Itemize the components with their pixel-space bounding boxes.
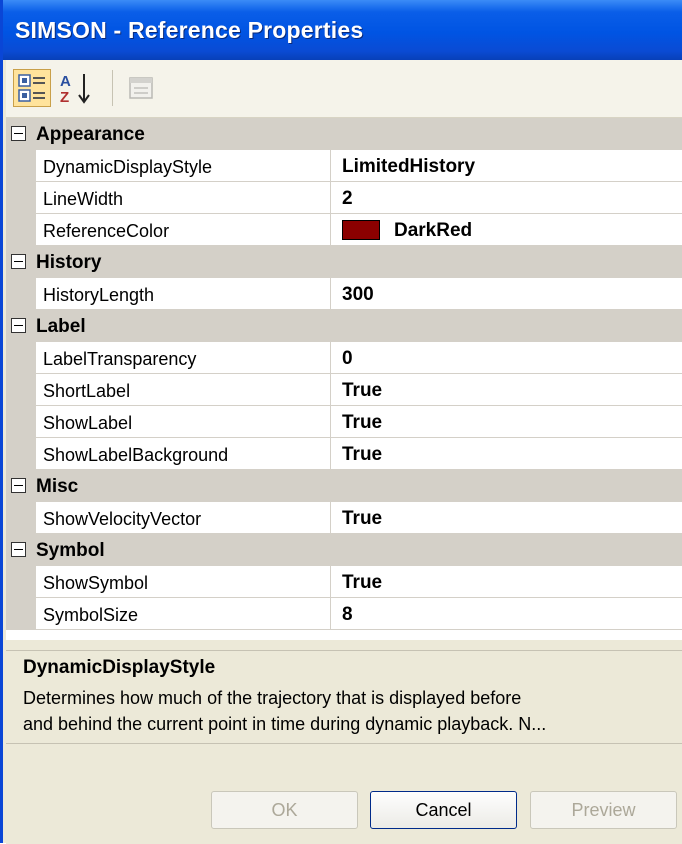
row-gutter xyxy=(6,566,36,598)
category-label: Misc xyxy=(36,476,79,497)
collapse-icon[interactable] xyxy=(11,318,26,333)
category-misc[interactable]: Misc xyxy=(6,470,682,502)
categorized-button[interactable] xyxy=(13,69,51,107)
column-divider xyxy=(330,182,331,214)
property-value[interactable]: True xyxy=(342,444,382,466)
button-bar: OK Cancel Preview xyxy=(6,743,682,844)
column-divider xyxy=(330,566,331,598)
property-value[interactable]: 300 xyxy=(342,284,374,306)
column-divider xyxy=(330,598,331,630)
row-gutter xyxy=(6,150,36,182)
window-title: SIMSON - Reference Properties xyxy=(15,17,364,43)
row-gutter xyxy=(6,598,36,630)
row-gutter xyxy=(6,342,36,374)
color-swatch xyxy=(342,220,380,240)
property-row-line-width[interactable]: LineWidth 2 xyxy=(6,182,682,214)
property-row-show-symbol[interactable]: ShowSymbol True xyxy=(6,566,682,598)
category-label-group[interactable]: Label xyxy=(6,310,682,342)
property-name: LineWidth xyxy=(43,189,124,209)
property-name: ShowLabel xyxy=(43,413,133,433)
category-symbol[interactable]: Symbol xyxy=(6,534,682,566)
row-gutter xyxy=(6,278,36,310)
toolbar: A Z xyxy=(6,60,682,118)
property-row-short-label[interactable]: ShortLabel True xyxy=(6,374,682,406)
property-row-show-label-background[interactable]: ShowLabelBackground True xyxy=(6,438,682,470)
alphabetical-sort-icon: A Z xyxy=(60,73,90,106)
property-row-symbol-size[interactable]: SymbolSize 8 xyxy=(6,598,682,630)
category-label: Label xyxy=(36,316,86,337)
property-value[interactable]: DarkRed xyxy=(394,220,472,242)
property-name: LabelTransparency xyxy=(43,349,197,369)
property-name: DynamicDisplayStyle xyxy=(43,157,213,177)
collapse-icon[interactable] xyxy=(11,126,26,141)
property-value[interactable]: True xyxy=(342,380,382,402)
property-value[interactable]: LimitedHistory xyxy=(342,156,475,178)
property-name: HistoryLength xyxy=(43,285,155,305)
categorized-icon xyxy=(18,74,45,102)
property-value[interactable]: 2 xyxy=(342,188,353,210)
property-row-show-label[interactable]: ShowLabel True xyxy=(6,406,682,438)
collapse-icon[interactable] xyxy=(11,542,26,557)
property-value[interactable]: True xyxy=(342,412,382,434)
property-name: ShowVelocityVector xyxy=(43,509,202,529)
column-divider xyxy=(330,438,331,470)
description-line: Determines how much of the trajectory th… xyxy=(23,688,522,708)
property-pages-button[interactable] xyxy=(124,69,158,107)
row-gutter xyxy=(6,438,36,470)
row-gutter xyxy=(6,406,36,438)
property-name: ShortLabel xyxy=(43,381,131,401)
alphabetical-button[interactable]: A Z xyxy=(57,69,99,107)
property-value[interactable]: True xyxy=(342,572,382,594)
column-divider xyxy=(330,502,331,534)
property-row-show-velocity-vector[interactable]: ShowVelocityVector True xyxy=(6,502,682,534)
property-value[interactable]: True xyxy=(342,508,382,530)
property-name: ReferenceColor xyxy=(43,221,170,241)
svg-text:Z: Z xyxy=(60,89,69,106)
column-divider xyxy=(330,406,331,438)
property-name: ShowSymbol xyxy=(43,573,149,593)
category-label: Symbol xyxy=(36,540,105,561)
column-divider xyxy=(330,374,331,406)
description-text: Determines how much of the trajectory th… xyxy=(23,685,682,737)
properties-window: SIMSON - Reference Properties A Z Appear… xyxy=(0,0,682,844)
collapse-icon[interactable] xyxy=(11,478,26,493)
row-gutter xyxy=(6,374,36,406)
property-row-label-transparency[interactable]: LabelTransparency 0 xyxy=(6,342,682,374)
svg-text:A: A xyxy=(60,73,71,90)
property-grid: Appearance DynamicDisplayStyle LimitedHi… xyxy=(6,118,682,640)
column-divider xyxy=(330,278,331,310)
property-row-dynamic-display-style[interactable]: DynamicDisplayStyle LimitedHistory xyxy=(6,150,682,182)
toolbar-separator xyxy=(112,70,113,106)
category-appearance[interactable]: Appearance xyxy=(6,118,682,150)
row-gutter xyxy=(6,182,36,214)
preview-button[interactable]: Preview xyxy=(530,791,677,829)
property-value[interactable]: 0 xyxy=(342,348,353,370)
collapse-icon[interactable] xyxy=(11,254,26,269)
cancel-button[interactable]: Cancel xyxy=(370,791,517,829)
column-divider xyxy=(330,150,331,182)
title-bar[interactable]: SIMSON - Reference Properties xyxy=(3,0,682,60)
description-line: and behind the current point in time dur… xyxy=(23,714,547,734)
column-divider xyxy=(330,342,331,374)
category-label: History xyxy=(36,252,102,273)
ok-button[interactable]: OK xyxy=(211,791,358,829)
row-gutter xyxy=(6,214,36,246)
property-value[interactable]: 8 xyxy=(342,604,353,626)
category-label: Appearance xyxy=(36,124,145,145)
property-name: SymbolSize xyxy=(43,605,139,625)
property-pages-icon xyxy=(129,77,153,99)
description-title: DynamicDisplayStyle xyxy=(23,657,216,678)
property-row-history-length[interactable]: HistoryLength 300 xyxy=(6,278,682,310)
category-history[interactable]: History xyxy=(6,246,682,278)
row-gutter xyxy=(6,502,36,534)
column-divider xyxy=(330,214,331,246)
property-name: ShowLabelBackground xyxy=(43,445,229,465)
description-panel: DynamicDisplayStyle Determines how much … xyxy=(6,650,682,744)
property-row-reference-color[interactable]: ReferenceColor DarkRed xyxy=(6,214,682,246)
